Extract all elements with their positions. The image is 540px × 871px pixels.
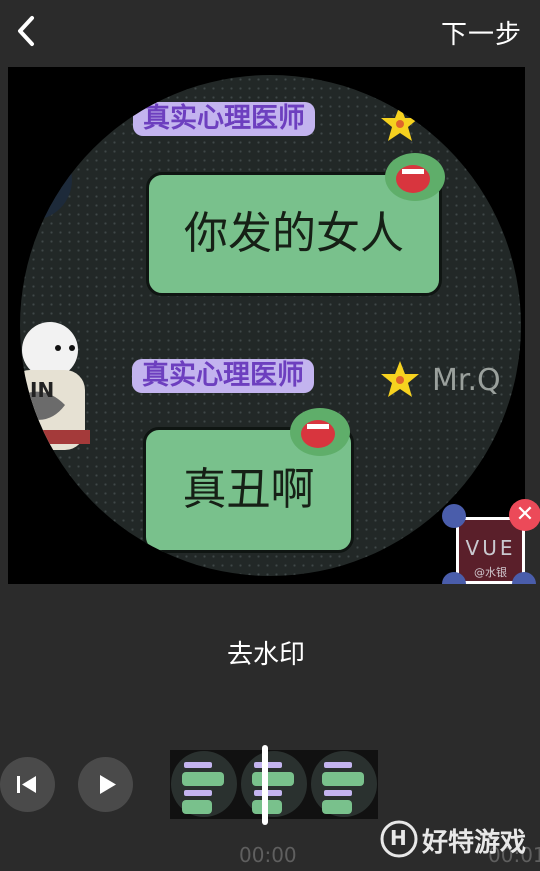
current-time: 00:00 (239, 843, 297, 867)
star-icon (380, 103, 420, 143)
top-bar: 下一步 (0, 0, 540, 62)
sender-tag-top: 真实心理医师 (133, 102, 315, 136)
play-icon (100, 775, 116, 794)
next-step-button[interactable]: 下一步 (441, 14, 522, 51)
site-watermark: H 好特游戏 (380, 818, 540, 860)
playhead[interactable] (262, 745, 268, 825)
resize-handle-top-left[interactable] (442, 504, 466, 528)
play-button[interactable] (78, 757, 133, 812)
bear-shirt-text: IN (30, 378, 55, 402)
timeline-thumbnail (310, 750, 378, 819)
green-monster-icon (380, 145, 450, 205)
timeline-thumbnail (170, 750, 238, 819)
resize-handle-bottom-right[interactable] (512, 572, 536, 584)
close-icon[interactable]: ✕ (509, 499, 540, 531)
remove-watermark-button[interactable]: 去水印 (0, 634, 532, 671)
watermark-text: VUE (465, 536, 516, 560)
timeline-strip[interactable] (170, 750, 378, 819)
back-arrow-icon[interactable] (12, 14, 42, 48)
green-monster-icon (285, 400, 355, 460)
star-icon (380, 359, 420, 399)
site-logo-letter: H (390, 826, 407, 850)
video-frame: IN 真实心理医师 你发的女人 真实心理医师 Mr.Q 真丑啊 (20, 75, 521, 576)
skip-back-button[interactable] (0, 757, 55, 812)
bear-character-image: IN (20, 310, 110, 460)
red-character-image (20, 135, 72, 220)
skip-back-icon (17, 776, 36, 793)
timeline-thumbnail (240, 750, 308, 819)
credit-text: Mr.Q (432, 363, 501, 398)
site-name: 好特游戏 (422, 828, 527, 858)
sender-tag-bottom: 真实心理医师 (132, 359, 314, 393)
